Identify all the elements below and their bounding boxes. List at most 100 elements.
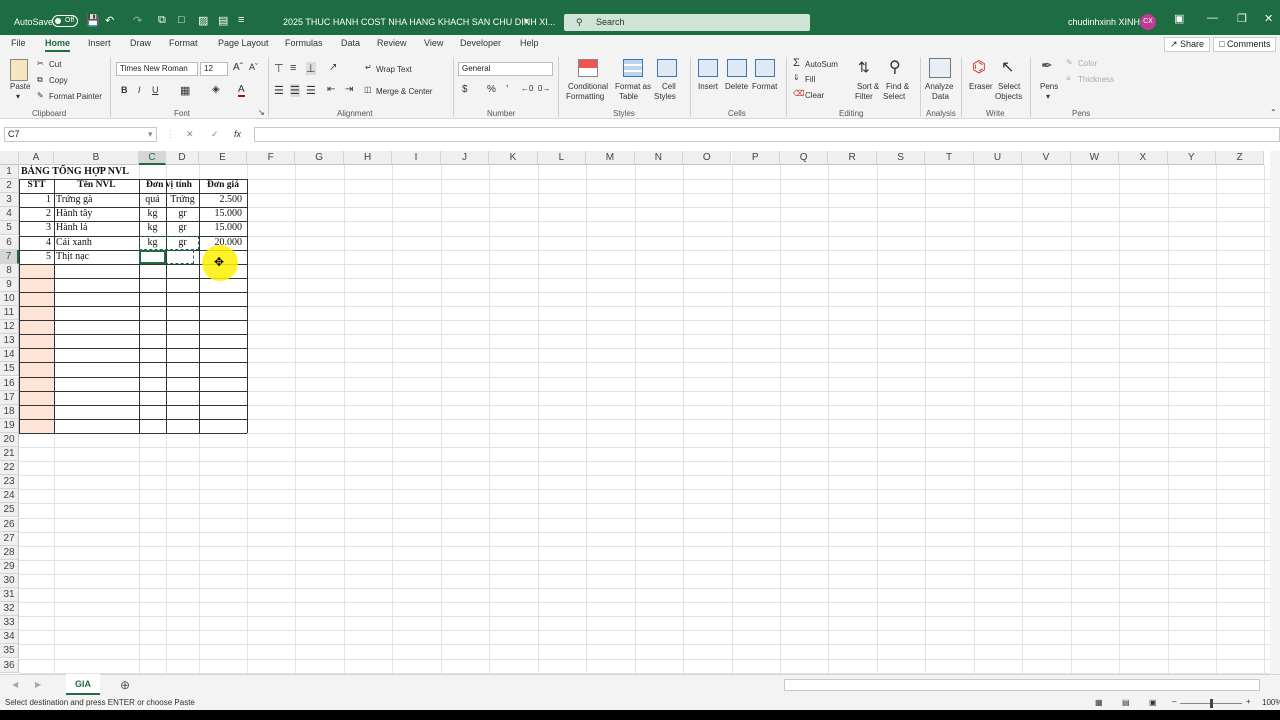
row-header-17[interactable]: 17 bbox=[0, 390, 19, 405]
tab-format[interactable]: Format bbox=[169, 38, 198, 48]
row-header-8[interactable]: 8 bbox=[0, 263, 19, 278]
sort-filter-button[interactable]: Sort & bbox=[857, 82, 879, 91]
row-header-25[interactable]: 25 bbox=[0, 503, 19, 518]
row-header-14[interactable]: 14 bbox=[0, 348, 19, 363]
row-header-19[interactable]: 19 bbox=[0, 418, 19, 433]
comments-button[interactable]: □ Comments bbox=[1213, 37, 1277, 52]
column-header-k[interactable]: K bbox=[489, 151, 538, 165]
column-header-q[interactable]: Q bbox=[779, 151, 829, 165]
copy-button[interactable]: Copy bbox=[49, 76, 68, 85]
copy-quick-icon[interactable]: ⧉ bbox=[158, 14, 166, 27]
tab-insert[interactable]: Insert bbox=[88, 38, 111, 48]
tab-file[interactable]: File bbox=[11, 38, 26, 48]
sort-filter-icon[interactable]: ⇅ bbox=[858, 59, 870, 76]
open-icon[interactable]: □ bbox=[178, 14, 185, 26]
normal-view-icon[interactable]: ▦ bbox=[1095, 698, 1103, 707]
conditional-formatting-button[interactable]: Conditional bbox=[568, 82, 608, 91]
pens-dropdown-icon[interactable]: ▾ bbox=[1046, 92, 1050, 101]
cell-styles-button[interactable]: Cell bbox=[662, 82, 676, 91]
column-header-x[interactable]: X bbox=[1119, 151, 1168, 165]
pens-button[interactable]: Pens bbox=[1040, 82, 1058, 91]
tab-home[interactable]: Home bbox=[45, 38, 71, 52]
align-bottom-icon[interactable]: ⊥ bbox=[306, 62, 316, 75]
vertical-scrollbar[interactable] bbox=[1270, 151, 1280, 674]
row-header-26[interactable]: 26 bbox=[0, 517, 19, 532]
tab-help[interactable]: Help bbox=[520, 38, 539, 48]
clear-button[interactable]: Clear bbox=[805, 91, 824, 100]
row-header-20[interactable]: 20 bbox=[0, 432, 19, 447]
underline-icon[interactable]: U bbox=[152, 85, 159, 95]
column-header-e[interactable]: E bbox=[199, 151, 247, 165]
picture-icon[interactable]: ▤ bbox=[218, 14, 228, 27]
column-header-p[interactable]: P bbox=[731, 151, 780, 165]
number-format-select[interactable]: General bbox=[458, 62, 553, 76]
column-header-s[interactable]: S bbox=[876, 151, 926, 165]
cell-styles-icon[interactable] bbox=[657, 59, 677, 77]
increase-indent-icon[interactable]: ⇥ bbox=[345, 84, 353, 95]
customize-qat-icon[interactable]: ≡ bbox=[238, 14, 244, 26]
row-header-7[interactable]: 7 bbox=[0, 249, 19, 264]
row-header-31[interactable]: 31 bbox=[0, 588, 19, 603]
align-left-icon[interactable]: ☰ bbox=[274, 84, 284, 97]
paste-dropdown-icon[interactable]: ▾ bbox=[16, 92, 20, 101]
comma-icon[interactable]: ’ bbox=[506, 84, 508, 95]
analyze-data-button[interactable]: Analyze bbox=[925, 82, 953, 91]
pens-icon[interactable]: ✒ bbox=[1041, 57, 1053, 74]
column-header-m[interactable]: M bbox=[586, 151, 635, 165]
avatar[interactable]: CX bbox=[1140, 14, 1156, 30]
prev-sheet-icon[interactable]: ◀ bbox=[12, 680, 18, 689]
find-select-icon[interactable]: ⚲ bbox=[889, 57, 901, 77]
tab-review[interactable]: Review bbox=[377, 38, 407, 48]
row-header-6[interactable]: 6 bbox=[0, 235, 19, 250]
column-header-h[interactable]: H bbox=[343, 151, 393, 165]
insert-cells-button[interactable]: Insert bbox=[698, 82, 718, 91]
format-as-table-button[interactable]: Format as bbox=[615, 82, 651, 91]
increase-decimal-icon[interactable]: ←0 bbox=[521, 84, 533, 93]
zoom-in-icon[interactable]: + bbox=[1246, 697, 1251, 706]
row-header-2[interactable]: 2 bbox=[0, 179, 19, 194]
column-header-y[interactable]: Y bbox=[1167, 151, 1216, 165]
analyze-data-icon[interactable] bbox=[929, 58, 951, 78]
row-header-29[interactable]: 29 bbox=[0, 559, 19, 574]
wrap-text-button[interactable]: Wrap Text bbox=[376, 65, 412, 74]
zoom-slider-thumb[interactable] bbox=[1210, 699, 1213, 708]
sheet-tab-gia[interactable]: GIA bbox=[66, 674, 100, 695]
currency-icon[interactable]: $ bbox=[462, 84, 468, 95]
row-header-32[interactable]: 32 bbox=[0, 602, 19, 617]
decrease-indent-icon[interactable]: ⇤ bbox=[327, 84, 335, 95]
row-header-27[interactable]: 27 bbox=[0, 531, 19, 546]
column-header-o[interactable]: O bbox=[683, 151, 732, 165]
row-header-33[interactable]: 33 bbox=[0, 616, 19, 631]
column-header-i[interactable]: I bbox=[392, 151, 441, 165]
borders-icon[interactable]: ▦ bbox=[180, 84, 190, 97]
add-sheet-icon[interactable]: ⊕ bbox=[120, 678, 130, 692]
font-dialog-icon[interactable]: ↘ bbox=[258, 108, 265, 117]
title-dropdown-icon[interactable]: ▾ bbox=[524, 16, 529, 27]
restore-icon[interactable]: ❐ bbox=[1237, 12, 1247, 25]
row-header-5[interactable]: 5 bbox=[0, 221, 19, 236]
column-header-d[interactable]: D bbox=[166, 151, 199, 165]
format-as-table-icon[interactable] bbox=[623, 59, 643, 77]
column-header-b[interactable]: B bbox=[54, 151, 139, 165]
row-header-18[interactable]: 18 bbox=[0, 404, 19, 419]
column-header-a[interactable]: A bbox=[19, 151, 54, 165]
row-header-24[interactable]: 24 bbox=[0, 489, 19, 504]
column-header-l[interactable]: L bbox=[537, 151, 587, 165]
formula-input[interactable] bbox=[254, 127, 1280, 142]
increase-font-icon[interactable]: Aˆ bbox=[233, 62, 243, 73]
fill-color-icon[interactable]: ◈ bbox=[212, 84, 220, 95]
row-header-35[interactable]: 35 bbox=[0, 644, 19, 659]
insert-cells-icon[interactable] bbox=[698, 59, 718, 77]
bold-icon[interactable]: B bbox=[121, 85, 128, 95]
print-icon[interactable]: ▨ bbox=[198, 14, 208, 27]
page-break-view-icon[interactable]: ▣ bbox=[1149, 698, 1157, 707]
column-header-z[interactable]: Z bbox=[1216, 151, 1265, 165]
minimize-icon[interactable]: — bbox=[1207, 12, 1218, 24]
row-header-4[interactable]: 4 bbox=[0, 207, 19, 222]
fill-button[interactable]: Fill bbox=[805, 75, 815, 84]
column-header-c[interactable]: C bbox=[139, 151, 166, 165]
row-header-16[interactable]: 16 bbox=[0, 376, 19, 391]
align-top-icon[interactable]: ⊤ bbox=[274, 62, 284, 75]
align-right-icon[interactable]: ☰ bbox=[306, 84, 316, 97]
page-layout-view-icon[interactable]: ▤ bbox=[1122, 698, 1130, 707]
